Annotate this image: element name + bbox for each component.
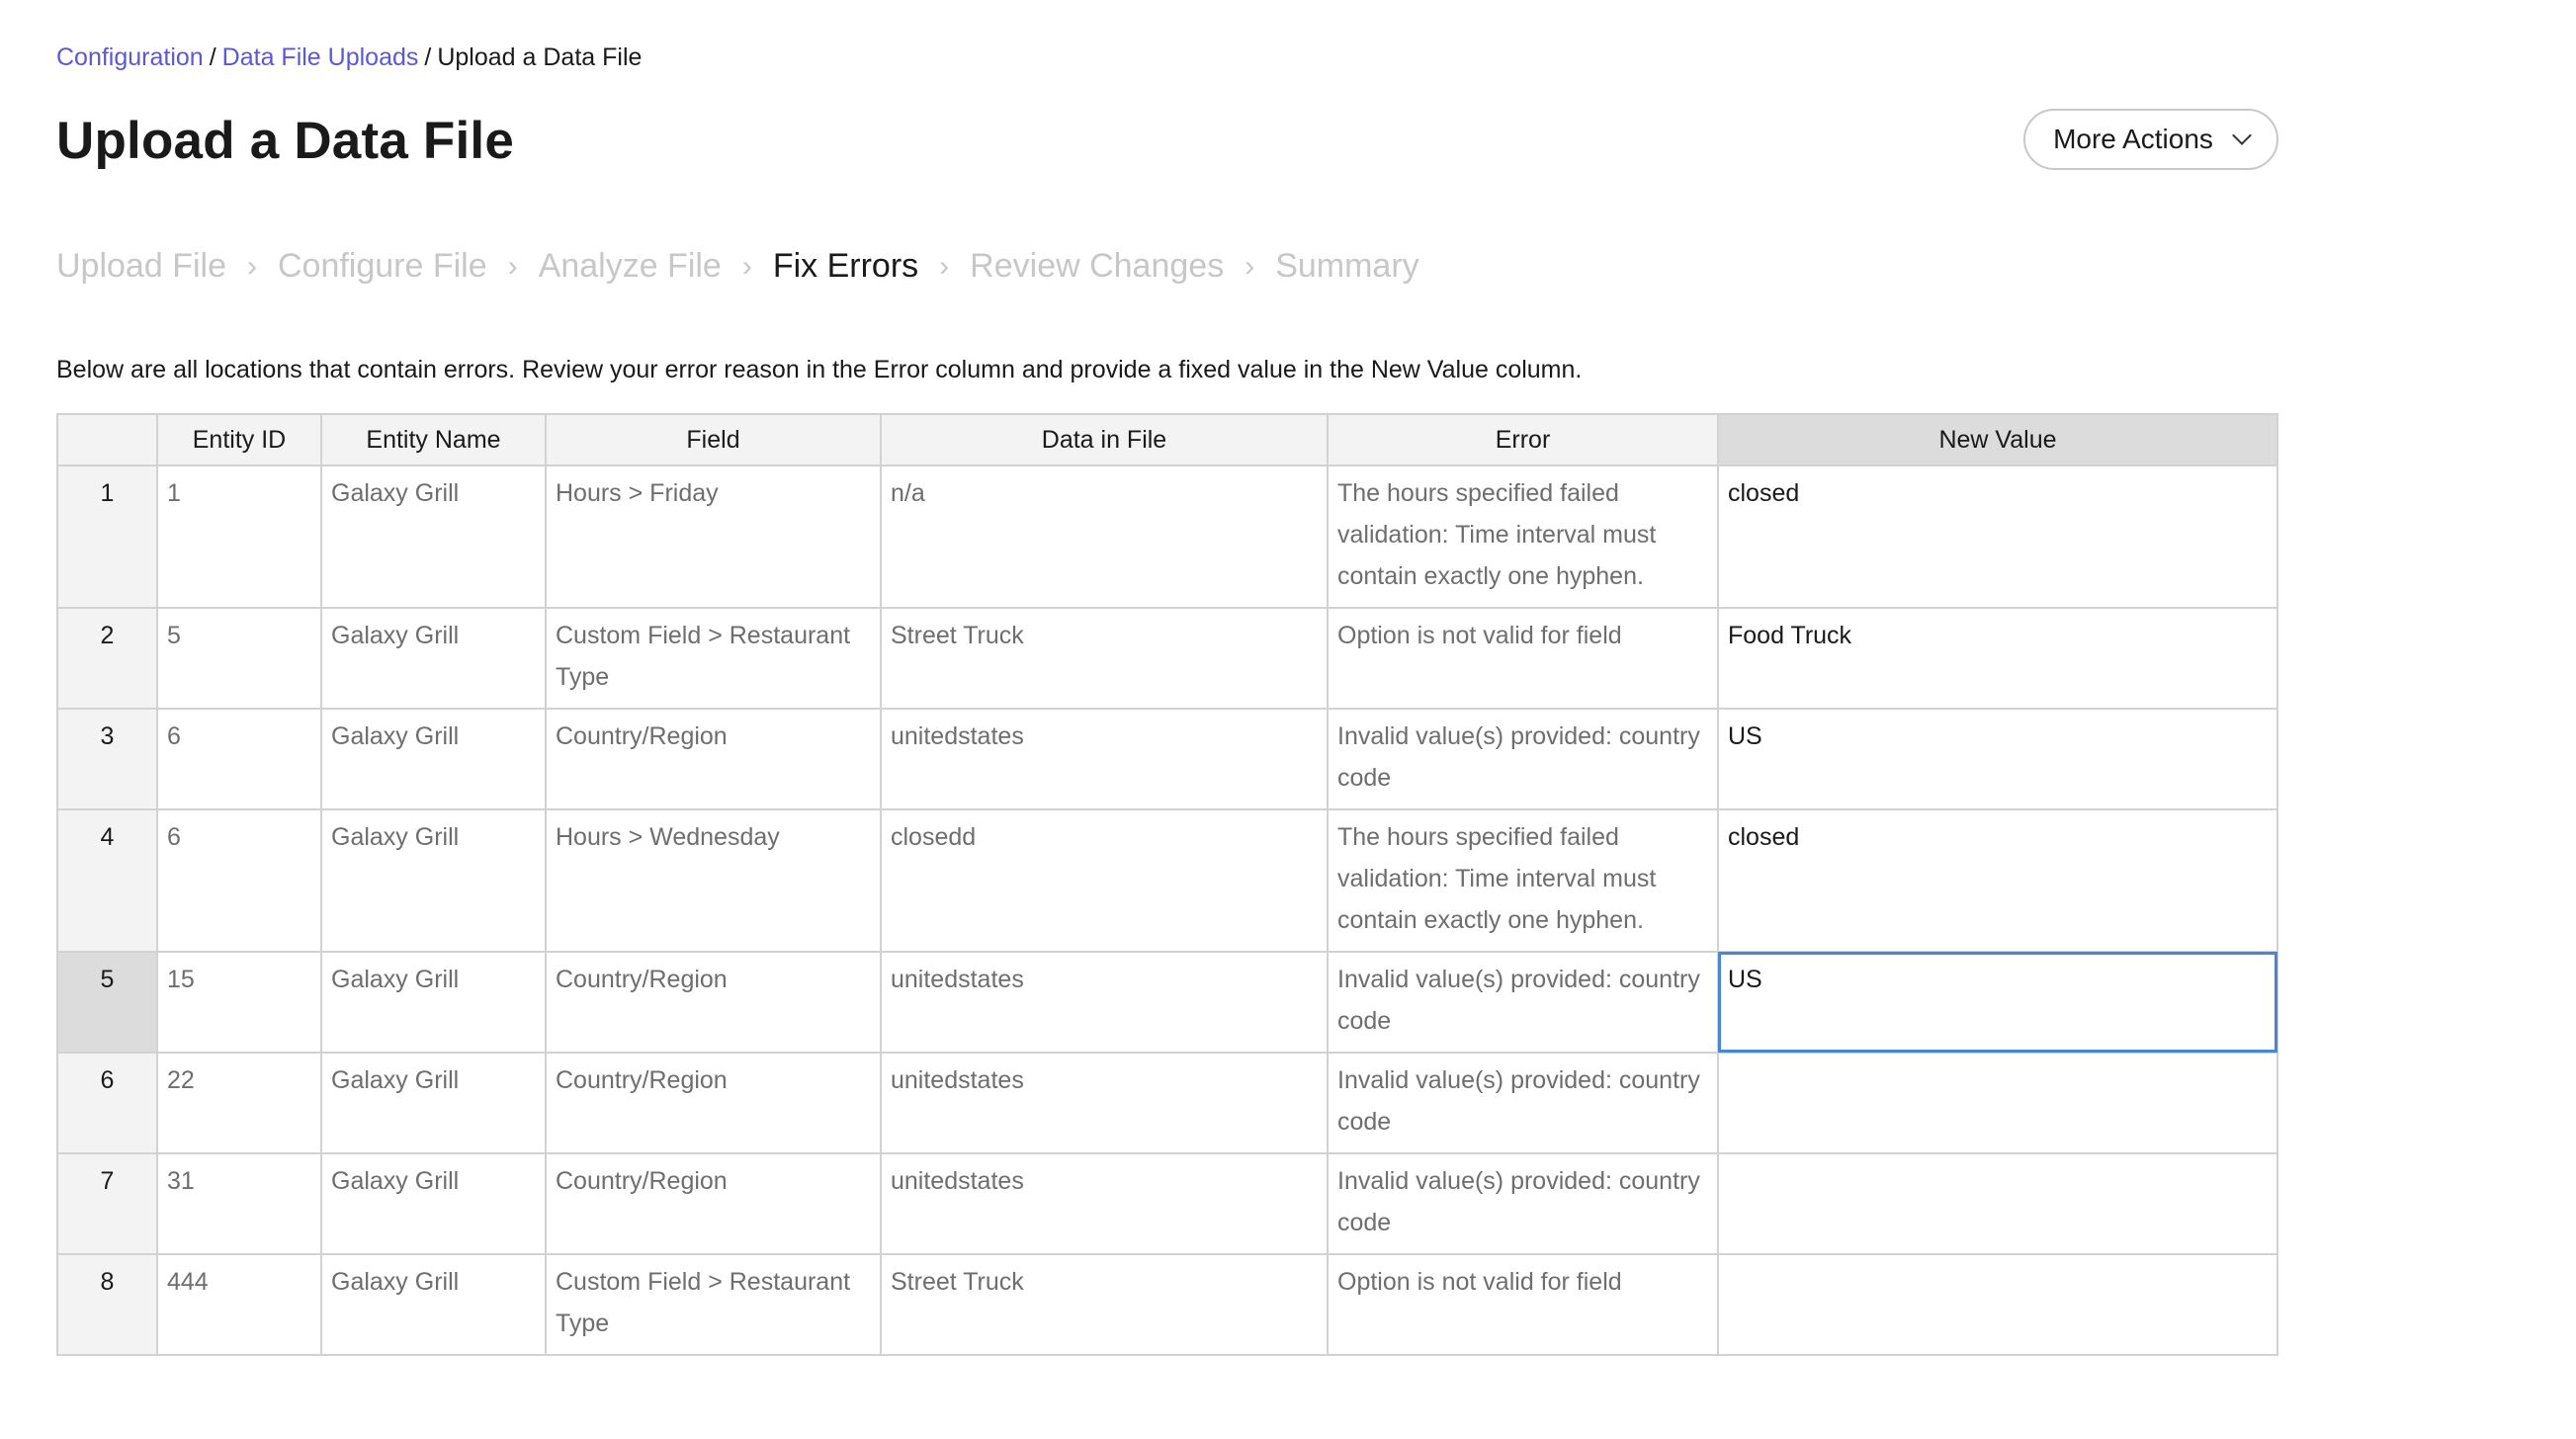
field-cell: Country/Region xyxy=(545,1052,882,1154)
errors-table: Entity ID Entity Name Field Data in File… xyxy=(56,413,2278,1356)
step-review-changes[interactable]: Review Changes xyxy=(970,247,1224,286)
data-in-file-cell: unitedstates xyxy=(880,708,1329,810)
row-number-cell[interactable]: 8 xyxy=(56,1253,158,1356)
table-row: 6 22 Galaxy Grill Country/Region uniteds… xyxy=(56,1052,2278,1154)
data-in-file-cell: unitedstates xyxy=(880,1052,1329,1154)
field-cell: Country/Region xyxy=(545,1152,882,1255)
error-cell: Invalid value(s) provided: country code xyxy=(1327,1052,1719,1154)
chevron-right-icon: › xyxy=(741,249,752,283)
row-number-cell[interactable]: 4 xyxy=(56,808,158,953)
breadcrumb-link-configuration[interactable]: Configuration xyxy=(56,43,204,71)
table-row: 2 5 Galaxy Grill Custom Field > Restaura… xyxy=(56,607,2278,710)
table-row: 1 1 Galaxy Grill Hours > Friday n/a The … xyxy=(56,465,2278,609)
entity-id-cell: 5 xyxy=(156,607,322,710)
column-header-field[interactable]: Field xyxy=(545,413,882,466)
field-cell: Custom Field > Restaurant Type xyxy=(545,1253,882,1356)
column-header-new-value[interactable]: New Value xyxy=(1717,413,2278,466)
error-cell: The hours specified failed validation: T… xyxy=(1327,465,1719,609)
error-cell: The hours specified failed validation: T… xyxy=(1327,808,1719,953)
data-in-file-cell: n/a xyxy=(880,465,1329,609)
row-number-cell[interactable]: 7 xyxy=(56,1152,158,1255)
new-value-cell[interactable]: closed xyxy=(1717,465,2278,609)
field-cell: Custom Field > Restaurant Type xyxy=(545,607,882,710)
entity-name-cell: Galaxy Grill xyxy=(320,1052,547,1154)
new-value-cell[interactable] xyxy=(1717,1253,2278,1356)
entity-name-cell: Galaxy Grill xyxy=(320,951,547,1054)
chevron-right-icon: › xyxy=(507,249,518,283)
table-header-row: Entity ID Entity Name Field Data in File… xyxy=(56,413,2278,466)
new-value-cell[interactable] xyxy=(1717,1052,2278,1154)
data-in-file-cell: Street Truck xyxy=(880,1253,1329,1356)
row-number-cell[interactable]: 3 xyxy=(56,708,158,810)
table-row: 4 6 Galaxy Grill Hours > Wednesday close… xyxy=(56,808,2278,953)
more-actions-button[interactable]: More Actions xyxy=(2023,109,2278,170)
table-row: 7 31 Galaxy Grill Country/Region uniteds… xyxy=(56,1152,2278,1255)
entity-name-cell: Galaxy Grill xyxy=(320,465,547,609)
entity-id-cell: 15 xyxy=(156,951,322,1054)
row-number-cell[interactable]: 1 xyxy=(56,465,158,609)
table-row-selected: 5 15 Galaxy Grill Country/Region uniteds… xyxy=(56,951,2278,1054)
column-header-entity-id[interactable]: Entity ID xyxy=(156,413,322,466)
more-actions-label: More Actions xyxy=(2053,124,2213,154)
breadcrumb-link-data-file-uploads[interactable]: Data File Uploads xyxy=(222,43,419,71)
step-analyze-file[interactable]: Analyze File xyxy=(539,247,722,286)
entity-id-cell: 6 xyxy=(156,708,322,810)
column-header-data-in-file[interactable]: Data in File xyxy=(880,413,1329,466)
entity-id-cell: 22 xyxy=(156,1052,322,1154)
column-header-row-number xyxy=(56,413,158,466)
breadcrumb-separator: / xyxy=(209,43,216,71)
entity-name-cell: Galaxy Grill xyxy=(320,607,547,710)
data-in-file-cell: closedd xyxy=(880,808,1329,953)
step-configure-file[interactable]: Configure File xyxy=(278,247,487,286)
error-cell: Invalid value(s) provided: country code xyxy=(1327,951,1719,1054)
breadcrumb-separator: / xyxy=(424,43,432,71)
new-value-cell-focused[interactable]: US xyxy=(1717,951,2278,1054)
error-cell: Option is not valid for field xyxy=(1327,1253,1719,1356)
row-number-cell[interactable]: 2 xyxy=(56,607,158,710)
row-number-cell[interactable]: 6 xyxy=(56,1052,158,1154)
row-number-cell[interactable]: 5 xyxy=(56,951,158,1054)
column-header-error[interactable]: Error xyxy=(1327,413,1719,466)
chevron-right-icon: › xyxy=(939,249,950,283)
entity-name-cell: Galaxy Grill xyxy=(320,708,547,810)
page-title: Upload a Data File xyxy=(56,112,515,170)
table-row: 3 6 Galaxy Grill Country/Region unitedst… xyxy=(56,708,2278,810)
new-value-cell[interactable] xyxy=(1717,1152,2278,1255)
field-cell: Country/Region xyxy=(545,951,882,1054)
breadcrumb-current: Upload a Data File xyxy=(437,43,643,71)
wizard-steps: Upload File › Configure File › Analyze F… xyxy=(56,247,1419,286)
data-in-file-cell: unitedstates xyxy=(880,951,1329,1054)
field-cell: Country/Region xyxy=(545,708,882,810)
new-value-cell[interactable]: US xyxy=(1717,708,2278,810)
entity-id-cell: 31 xyxy=(156,1152,322,1255)
entity-name-cell: Galaxy Grill xyxy=(320,1152,547,1255)
field-cell: Hours > Friday xyxy=(545,465,882,609)
instructions-text: Below are all locations that contain err… xyxy=(56,356,1583,383)
table-row: 8 444 Galaxy Grill Custom Field > Restau… xyxy=(56,1253,2278,1356)
error-cell: Option is not valid for field xyxy=(1327,607,1719,710)
step-upload-file[interactable]: Upload File xyxy=(56,247,226,286)
step-fix-errors[interactable]: Fix Errors xyxy=(773,247,918,286)
chevron-down-icon xyxy=(2232,126,2252,145)
new-value-cell[interactable]: closed xyxy=(1717,808,2278,953)
entity-id-cell: 1 xyxy=(156,465,322,609)
entity-name-cell: Galaxy Grill xyxy=(320,1253,547,1356)
error-cell: Invalid value(s) provided: country code xyxy=(1327,708,1719,810)
entity-id-cell: 6 xyxy=(156,808,322,953)
column-header-entity-name[interactable]: Entity Name xyxy=(320,413,547,466)
new-value-cell[interactable]: Food Truck xyxy=(1717,607,2278,710)
entity-id-cell: 444 xyxy=(156,1253,322,1356)
entity-name-cell: Galaxy Grill xyxy=(320,808,547,953)
chevron-right-icon: › xyxy=(1245,249,1255,283)
field-cell: Hours > Wednesday xyxy=(545,808,882,953)
error-cell: Invalid value(s) provided: country code xyxy=(1327,1152,1719,1255)
chevron-right-icon: › xyxy=(246,249,257,283)
data-in-file-cell: Street Truck xyxy=(880,607,1329,710)
step-summary[interactable]: Summary xyxy=(1275,247,1418,286)
data-in-file-cell: unitedstates xyxy=(880,1152,1329,1255)
breadcrumb: Configuration / Data File Uploads / Upload a… xyxy=(56,43,642,72)
